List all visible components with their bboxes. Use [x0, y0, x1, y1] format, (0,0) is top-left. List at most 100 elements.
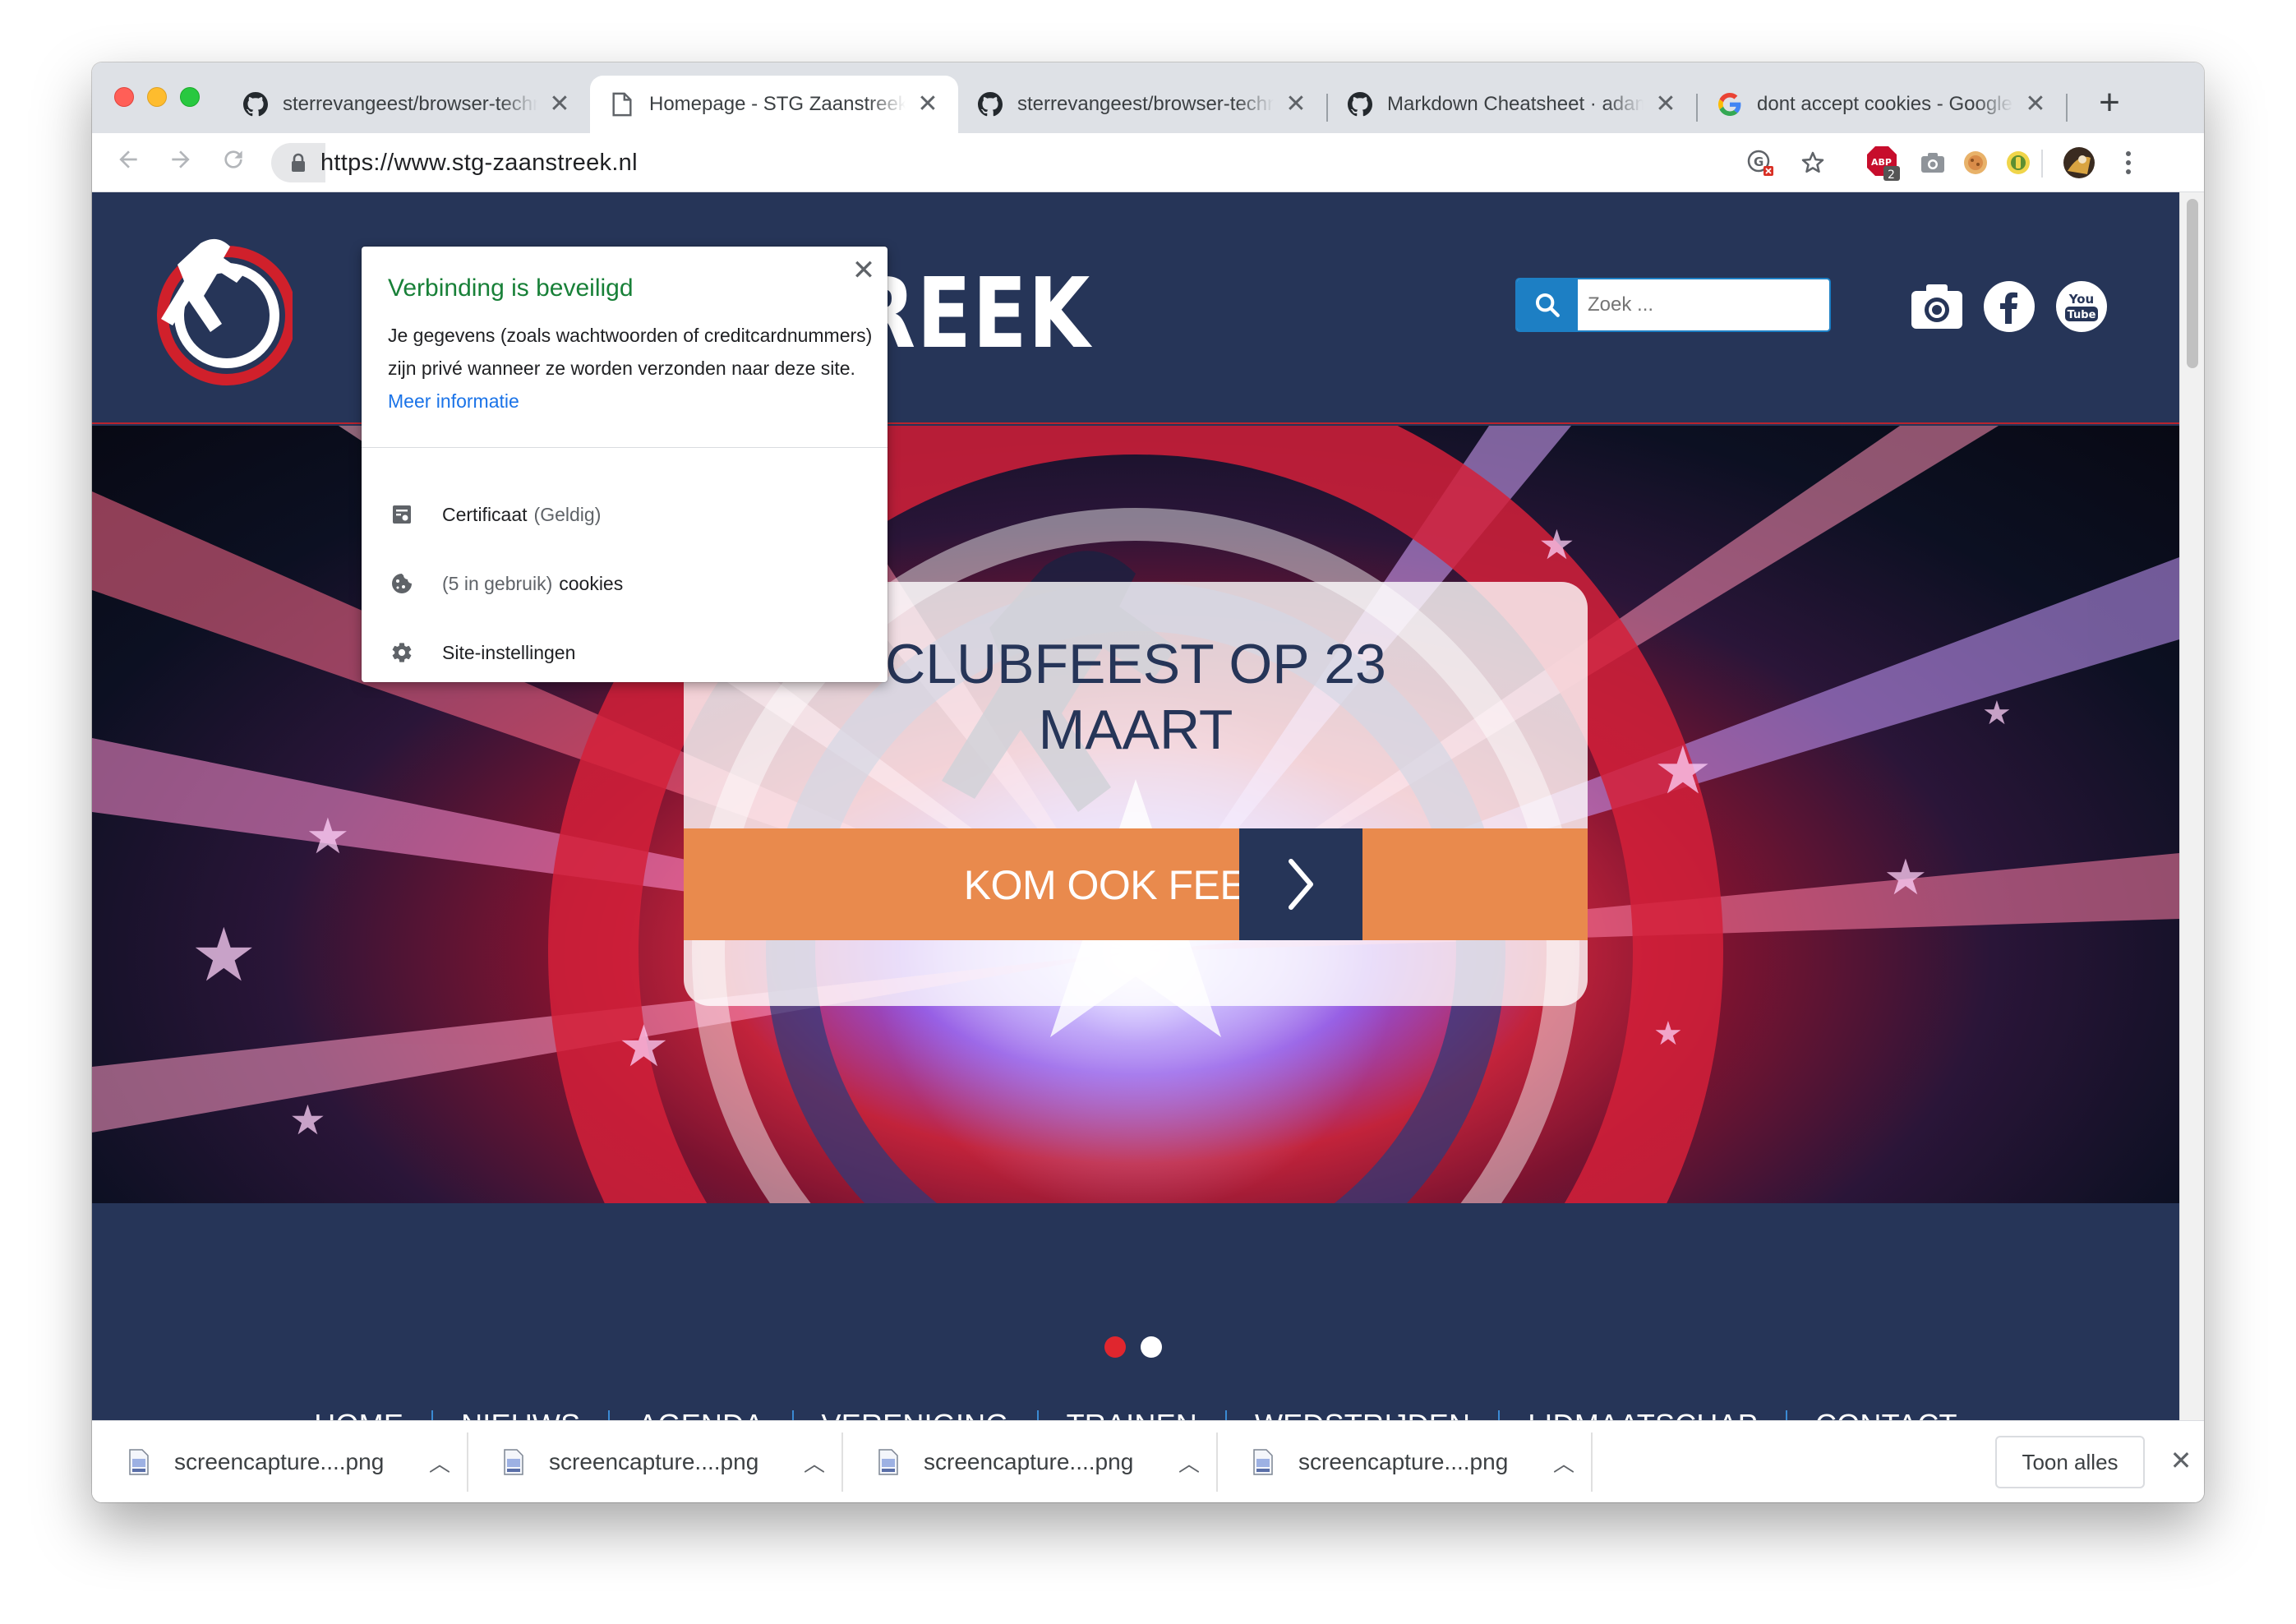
- youtube-icon[interactable]: You Tube: [2054, 279, 2109, 334]
- tab-close-button[interactable]: ✕: [2025, 92, 2046, 117]
- popup-description: Je gegevens (zoals wachtwoorden of credi…: [388, 319, 873, 418]
- nav-item-nieuws[interactable]: NIEUWS: [433, 1408, 608, 1420]
- tab-title: Homepage - STG Zaanstreek: [649, 93, 906, 115]
- maximize-window-button[interactable]: [180, 87, 200, 107]
- arrow-left-icon: [119, 150, 137, 168]
- chevron-up-icon[interactable]: ︿: [1553, 1447, 1574, 1478]
- slide-dot-1[interactable]: [1104, 1336, 1126, 1358]
- nav-item-agenda[interactable]: AGENDA: [610, 1408, 791, 1420]
- tab-close-button[interactable]: ✕: [1285, 92, 1307, 117]
- extension-cookie-icon[interactable]: [1957, 145, 1994, 181]
- nav-item-home[interactable]: HOME: [286, 1408, 431, 1420]
- nav-item-lidmaatschap[interactable]: LIDMAATSCHAP: [1500, 1408, 1786, 1420]
- tab-homepage-stg-zaanstreek[interactable]: Homepage - STG Zaanstreek ✕: [590, 76, 958, 133]
- new-tab-button[interactable]: +: [2089, 84, 2130, 125]
- adblock-plus-icon[interactable]: ABP 2: [1865, 145, 1902, 181]
- profile-avatar[interactable]: [2061, 145, 2097, 181]
- certificate-row[interactable]: Certificaat (Geldig): [362, 480, 888, 549]
- minimize-window-button[interactable]: [147, 87, 167, 107]
- slider-pagination: [1104, 1336, 1170, 1359]
- search-icon: [1535, 293, 1560, 317]
- browser-toolbar: https://www.stg-zaanstreek.nl G ABP 2: [92, 133, 2204, 192]
- cookies-label: cookies: [559, 572, 624, 594]
- cookie-icon: [390, 571, 414, 596]
- png-file-icon: [504, 1449, 523, 1475]
- download-item[interactable]: screencapture....png ︿: [467, 1433, 830, 1492]
- close-download-shelf-button[interactable]: ✕: [2166, 1446, 2196, 1475]
- download-item[interactable]: screencapture....png ︿: [841, 1433, 1205, 1492]
- download-item[interactable]: screencapture....png ︿: [92, 1433, 455, 1492]
- tab-github-browser-technologies-2[interactable]: sterrevangeest/browser-technologies ✕: [958, 76, 1326, 133]
- tab-github-browser-technologies-1[interactable]: sterrevangeest/browser-technologies ✕: [224, 76, 590, 133]
- download-filename: screencapture....png: [174, 1449, 385, 1474]
- tab-google-search[interactable]: dont accept cookies - Google Search ✕: [1698, 76, 2066, 133]
- hero-cta-button[interactable]: KOM OOK FEESTEN!: [684, 828, 1588, 940]
- instagram-camera-icon[interactable]: [1910, 279, 1964, 334]
- nav-item-wedstrijden[interactable]: WEDSTRIJDEN: [1227, 1408, 1498, 1420]
- tab-markdown-cheatsheet[interactable]: Markdown Cheatsheet · adam-p/markdown-he…: [1328, 76, 1696, 133]
- chevron-up-icon[interactable]: ︿: [429, 1447, 450, 1478]
- site-search: [1515, 278, 1831, 332]
- search-button[interactable]: [1517, 279, 1578, 330]
- search-input[interactable]: [1588, 288, 1818, 322]
- back-button[interactable]: [108, 143, 148, 182]
- tab-title: sterrevangeest/browser-technologies: [1017, 93, 1274, 115]
- decorative-star: ★: [306, 809, 350, 864]
- reload-button[interactable]: [214, 143, 253, 182]
- popup-divider: [362, 447, 888, 448]
- address-bar[interactable]: https://www.stg-zaanstreek.nl: [271, 143, 1808, 182]
- screenshot-camera-icon[interactable]: [1915, 145, 1951, 181]
- github-icon: [1348, 92, 1372, 117]
- desktop-background: sterrevangeest/browser-technologies ✕ Ho…: [0, 0, 2296, 1624]
- extension-badge-icon[interactable]: [2000, 145, 2036, 181]
- cookies-row[interactable]: (5 in gebruik) cookies: [362, 549, 888, 618]
- tab-strip: sterrevangeest/browser-technologies ✕ Ho…: [92, 62, 2204, 133]
- decorative-star: ★: [1538, 522, 1575, 568]
- certificate-icon: [390, 502, 414, 527]
- download-filename: screencapture....png: [549, 1449, 759, 1474]
- png-file-icon: [129, 1449, 149, 1475]
- tab-close-button[interactable]: ✕: [1655, 92, 1676, 117]
- png-file-icon: [878, 1449, 898, 1475]
- facebook-icon[interactable]: [1982, 279, 2036, 334]
- slide-dot-2[interactable]: [1141, 1336, 1162, 1358]
- decorative-star: ★: [1883, 850, 1928, 905]
- forward-button[interactable]: [161, 143, 201, 182]
- tab-title: sterrevangeest/browser-technologies: [283, 93, 537, 115]
- decorative-star: ★: [191, 915, 257, 997]
- tab-close-button[interactable]: ✕: [917, 92, 938, 117]
- show-all-downloads-button[interactable]: Toon alles: [1995, 1436, 2145, 1488]
- chevron-right-icon[interactable]: [1239, 828, 1362, 940]
- popup-close-button[interactable]: ✕: [851, 256, 876, 284]
- menu-dots-icon[interactable]: [2110, 145, 2146, 181]
- site-info-button[interactable]: [271, 143, 325, 182]
- nav-item-contact[interactable]: CONTACT: [1787, 1408, 1985, 1420]
- google-icon: [1717, 92, 1742, 117]
- download-item[interactable]: screencapture....png ︿: [1216, 1433, 1579, 1492]
- club-logo[interactable]: [153, 225, 297, 390]
- url-text[interactable]: https://www.stg-zaanstreek.nl: [320, 150, 638, 177]
- nav-item-trainen[interactable]: TRAINEN: [1039, 1408, 1225, 1420]
- reload-icon: [224, 150, 242, 168]
- site-settings-label: Site-instellingen: [442, 641, 576, 663]
- scrollbar-thumb[interactable]: [2187, 199, 2198, 368]
- close-window-button[interactable]: [114, 87, 134, 107]
- popup-title: Verbinding is beveiligd: [388, 275, 634, 302]
- site-settings-row[interactable]: Site-instellingen: [362, 618, 888, 687]
- chevron-up-icon[interactable]: ︿: [1178, 1447, 1200, 1478]
- page-scrollbar[interactable]: [2179, 192, 2204, 1420]
- browser-window: sterrevangeest/browser-technologies ✕ Ho…: [92, 62, 2204, 1502]
- more-info-link[interactable]: Meer informatie: [388, 390, 519, 412]
- hero-title-line-2: MAART: [1038, 699, 1233, 761]
- decorative-star: ★: [1653, 734, 1713, 807]
- tab-close-button[interactable]: ✕: [549, 92, 570, 117]
- certificate-status: (Geldig): [533, 503, 602, 525]
- nav-item-vereniging[interactable]: VERENIGING: [794, 1408, 1037, 1420]
- decorative-star: ★: [1982, 695, 2012, 731]
- toolbar-separator: [2041, 150, 2043, 178]
- youtube-label-top: You: [2068, 292, 2094, 307]
- bookmark-star-icon[interactable]: [1795, 145, 1831, 181]
- chevron-up-icon[interactable]: ︿: [804, 1447, 825, 1478]
- lock-icon: [292, 153, 305, 172]
- translate-icon[interactable]: G: [1742, 145, 1778, 181]
